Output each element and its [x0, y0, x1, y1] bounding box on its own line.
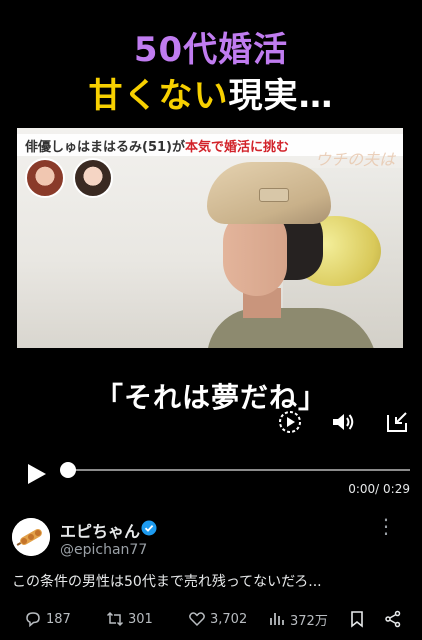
portrait-thumbnail-2 [73, 158, 113, 198]
repost-icon [106, 611, 124, 627]
caption-highlight: 本気で婚活に挑む [184, 139, 289, 155]
progress-thumb[interactable] [60, 462, 76, 478]
video-title-line2: 甘くない現実… [0, 68, 422, 117]
video-title-highlight: 甘くない [88, 76, 229, 116]
play-button[interactable] [24, 462, 48, 486]
share-icon [385, 610, 401, 628]
video-title-rest: 現実… [228, 76, 334, 116]
playback-speed-icon[interactable] [277, 409, 303, 435]
views-button[interactable]: 372万 [268, 606, 328, 632]
minimize-icon[interactable] [384, 409, 410, 435]
video-title-line1: 50代婚活 [133, 30, 289, 70]
portrait-thumbnail-1 [25, 158, 65, 198]
time-display: 0:00/ 0:29 [348, 482, 410, 496]
bookmark-button[interactable] [348, 606, 366, 632]
reply-icon [26, 612, 40, 628]
share-button[interactable] [384, 606, 402, 632]
play-icon [28, 464, 46, 484]
verified-badge-icon [141, 520, 157, 536]
volume-svg [333, 414, 354, 430]
caption-prefix: 俳優しゅはまはるみ(51)が [25, 139, 185, 155]
video-subtitle: 「それは夢だね」 [94, 381, 327, 414]
like-button[interactable]: 3,702 [188, 606, 247, 632]
repost-button[interactable]: 301 [106, 606, 153, 632]
avatar[interactable] [12, 518, 50, 556]
woman-with-beret [207, 162, 377, 348]
volume-icon[interactable] [330, 409, 356, 435]
views-count: 372万 [290, 613, 328, 629]
author-handle[interactable]: @epichan77 [60, 542, 147, 558]
video-frame: 俳優しゅはまはるみ(51)が 本気で婚活に挑む ウチの夫は [17, 128, 403, 348]
author-name[interactable]: エピちゃん [60, 518, 140, 542]
beret-badge [259, 188, 289, 202]
more-options-icon[interactable]: ⋮ [376, 516, 396, 536]
shirt [207, 308, 377, 348]
reply-count: 187 [46, 611, 71, 627]
progress-track[interactable] [68, 469, 410, 471]
avatar-image [12, 518, 50, 556]
bookmark-icon [351, 611, 363, 628]
heart-icon [189, 612, 205, 627]
action-bar: 187 301 3,702 372万 [0, 606, 422, 632]
post-text: この条件の男性は50代まで売れ残ってないだろ... [12, 574, 322, 590]
like-count: 3,702 [210, 611, 248, 627]
repost-count: 301 [128, 611, 153, 627]
minimize-svg [387, 412, 407, 432]
reply-button[interactable]: 187 [24, 606, 71, 632]
video-player[interactable]: 50代婚活 甘くない現実… 俳優しゅはまはるみ(51)が 本気で婚活に挑む ウチの… [0, 0, 422, 450]
playback-speed-svg [279, 411, 301, 433]
views-icon [270, 613, 284, 625]
